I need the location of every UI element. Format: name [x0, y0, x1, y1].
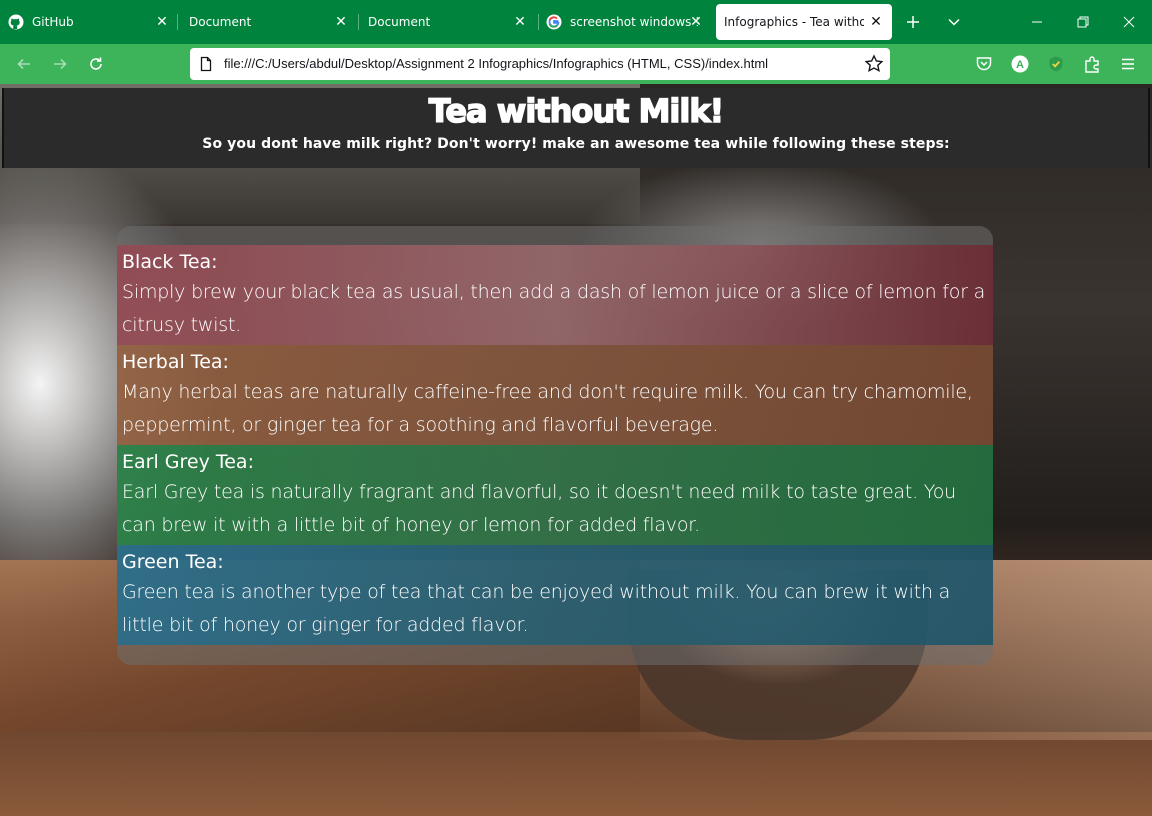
restore-icon	[1077, 16, 1089, 28]
tab-separator	[538, 14, 539, 30]
shield-extension-icon[interactable]	[1046, 54, 1066, 74]
pocket-icon[interactable]	[974, 54, 994, 74]
tea-card-title: Black Tea:	[122, 251, 218, 273]
tea-card-green: Green Tea: Green tea is another type of …	[117, 545, 993, 645]
tea-card-title: Herbal Tea:	[122, 351, 229, 373]
forward-button[interactable]	[46, 50, 74, 78]
tea-card-text: Earl Grey tea is naturally fragrant and …	[122, 481, 956, 536]
tea-list-container: Black Tea: Simply brew your black tea as…	[117, 226, 993, 665]
new-tab-button[interactable]	[899, 8, 927, 36]
page-icon	[200, 56, 212, 72]
tab-github[interactable]: GitHub ✕	[8, 4, 178, 40]
tab-google-search[interactable]: screenshot windows 11 ✕	[540, 4, 712, 40]
page-header: Tea without Milk! So you dont have milk …	[2, 88, 1150, 168]
reload-icon	[90, 57, 102, 70]
tea-card-black: Black Tea: Simply brew your black tea as…	[117, 245, 993, 345]
tab-document-2[interactable]: Document ✕	[360, 4, 536, 40]
menu-icon[interactable]	[1118, 54, 1138, 74]
tea-card-title: Green Tea:	[122, 551, 224, 573]
close-icon[interactable]: ✕	[868, 14, 884, 30]
minimize-icon	[1032, 21, 1042, 23]
close-icon[interactable]: ✕	[688, 14, 704, 30]
navigation-bar: file:///C:/Users/abdul/Desktop/Assignmen…	[0, 44, 1152, 84]
reload-button[interactable]	[82, 50, 110, 78]
tab-separator	[358, 14, 359, 30]
bookmark-star-icon[interactable]	[864, 54, 884, 74]
tea-card-earl-grey: Earl Grey Tea: Earl Grey tea is naturall…	[117, 445, 993, 545]
close-window-button[interactable]	[1106, 0, 1152, 44]
tea-card-title: Earl Grey Tea:	[122, 451, 254, 473]
page-subtitle: So you dont have milk right? Don't worry…	[202, 136, 950, 152]
extensions-icon[interactable]	[1082, 54, 1102, 74]
back-button[interactable]	[10, 50, 38, 78]
close-icon	[1123, 16, 1135, 28]
restore-button[interactable]	[1060, 0, 1106, 44]
arrow-right-icon	[54, 58, 67, 70]
tab-title: Infographics - Tea without	[724, 15, 864, 29]
list-tabs-button[interactable]	[940, 8, 968, 36]
github-icon	[8, 14, 24, 30]
close-icon[interactable]: ✕	[512, 14, 528, 30]
google-icon	[546, 14, 562, 30]
account-avatar-icon[interactable]: A	[1010, 54, 1030, 74]
minimize-button[interactable]	[1014, 0, 1060, 44]
tab-document-1[interactable]: Document ✕	[181, 4, 357, 40]
tea-card-text: Many herbal teas are naturally caffeine-…	[122, 381, 973, 436]
arrow-left-icon	[17, 58, 30, 70]
tab-bar: GitHub ✕ Document ✕ Document ✕ screensho…	[0, 0, 1152, 44]
page-title: Tea without Milk!	[428, 91, 725, 131]
chevron-down-icon	[948, 18, 960, 26]
tab-title: Document	[368, 15, 431, 29]
tea-card-text: Simply brew your black tea as usual, the…	[122, 281, 986, 336]
tab-separator	[177, 14, 178, 30]
tab-title: screenshot windows 11	[570, 15, 698, 29]
tab-title: GitHub	[32, 15, 74, 29]
plus-icon	[907, 16, 919, 28]
svg-text:A: A	[1016, 59, 1024, 71]
tea-card-text: Green tea is another type of tea that ca…	[122, 581, 951, 636]
tab-infographics[interactable]: Infographics - Tea without ✕	[716, 4, 892, 40]
tab-title: Document	[189, 15, 252, 29]
close-icon[interactable]: ✕	[333, 14, 349, 30]
url-text[interactable]: file:///C:/Users/abdul/Desktop/Assignmen…	[224, 56, 768, 71]
close-icon[interactable]: ✕	[154, 14, 170, 30]
tea-card-herbal: Herbal Tea: Many herbal teas are natural…	[117, 345, 993, 445]
address-bar[interactable]: file:///C:/Users/abdul/Desktop/Assignmen…	[190, 48, 890, 80]
